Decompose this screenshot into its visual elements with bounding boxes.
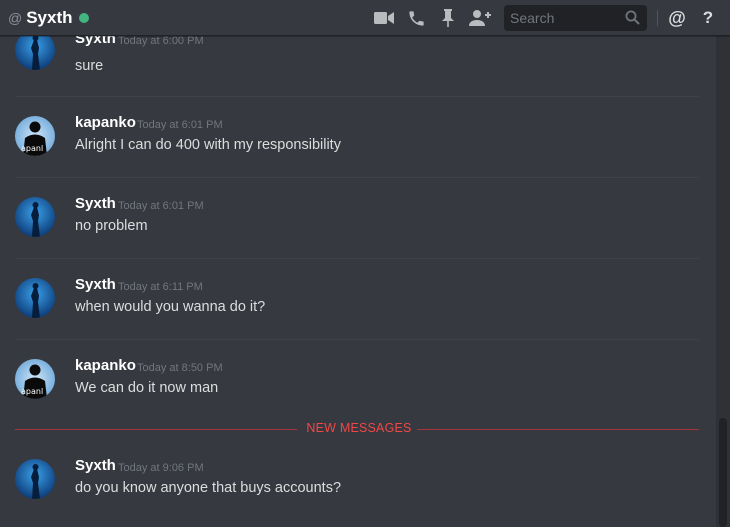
online-status-icon	[78, 13, 89, 23]
channel-title[interactable]: Syxth	[26, 8, 72, 28]
message-divider	[15, 96, 699, 97]
message-author[interactable]: kapanko	[75, 356, 136, 376]
message-list: Syxth Today at 6:00 PM sure apanl kapank…	[0, 36, 716, 527]
search-input[interactable]	[510, 10, 622, 26]
scrollbar-thumb[interactable]	[719, 418, 727, 527]
add-friend-icon[interactable]	[469, 7, 491, 29]
message-author[interactable]: kapanko	[75, 113, 136, 133]
message-item: apanl kapanko Today at 6:01 PM Alright I…	[0, 113, 716, 176]
message-divider	[15, 177, 699, 178]
video-call-icon[interactable]	[373, 7, 395, 29]
dm-at-icon: @	[8, 9, 23, 26]
message-item: Syxth Today at 6:01 PM no problem	[0, 194, 716, 257]
message-item: Syxth Today at 9:06 PM do you know anyon…	[0, 456, 716, 519]
message-content: when would you wanna do it?	[75, 299, 266, 315]
message-divider	[15, 339, 699, 340]
message-timestamp: Today at 6:11 PM	[118, 281, 203, 293]
message-item: Syxth Today at 6:00 PM sure	[0, 36, 716, 95]
new-messages-label: NEW MESSAGES	[306, 421, 412, 435]
message-content: We can do it now man	[75, 380, 219, 396]
user-avatar-syxth[interactable]	[15, 197, 55, 237]
help-icon[interactable]: ?	[697, 7, 719, 29]
message-divider	[15, 258, 699, 259]
message-item: apanl kapanko Today at 8:50 PM We can do…	[0, 356, 716, 419]
header-separator	[657, 10, 658, 26]
message-item: Syxth Today at 6:11 PM when would you wa…	[0, 275, 716, 338]
message-author[interactable]: Syxth	[75, 36, 116, 49]
message-author[interactable]: Syxth	[75, 456, 116, 476]
avatar-text: apanl	[21, 144, 43, 153]
avatar-text: apanl	[21, 387, 43, 396]
search-icon	[625, 10, 640, 30]
new-messages-line-left	[15, 429, 297, 430]
user-avatar-kapanko[interactable]: apanl	[15, 116, 55, 156]
message-timestamp: Today at 6:01 PM	[118, 200, 204, 212]
dm-chat-window: @ Syxth Search @ ? Syxth Today at 6:00 P…	[0, 0, 730, 527]
message-content: no problem	[75, 218, 148, 234]
message-author[interactable]: Syxth	[75, 275, 116, 295]
message-content: do you know anyone that buys accounts?	[75, 480, 342, 496]
channel-header: @ Syxth Search @ ?	[0, 0, 730, 36]
new-messages-divider: NEW MESSAGES	[15, 421, 699, 436]
search-box[interactable]	[504, 5, 647, 31]
message-author[interactable]: Syxth	[75, 194, 116, 214]
message-content: Alright I can do 400 with my responsibil…	[75, 137, 341, 153]
message-timestamp: Today at 9:06 PM	[118, 462, 204, 474]
mentions-icon[interactable]: @	[666, 7, 688, 29]
new-messages-line-right	[417, 429, 699, 430]
message-content: sure	[75, 58, 104, 74]
message-timestamp: Today at 6:01 PM	[137, 119, 223, 131]
message-timestamp: Today at 8:50 PM	[137, 362, 223, 374]
user-avatar-syxth[interactable]	[15, 36, 55, 70]
user-avatar-syxth[interactable]	[15, 278, 55, 318]
voice-call-icon[interactable]	[405, 7, 427, 29]
pin-icon[interactable]	[437, 7, 459, 29]
user-avatar-kapanko[interactable]: apanl	[15, 359, 55, 399]
user-avatar-syxth[interactable]	[15, 459, 55, 499]
message-timestamp: Today at 6:00 PM	[118, 36, 204, 47]
